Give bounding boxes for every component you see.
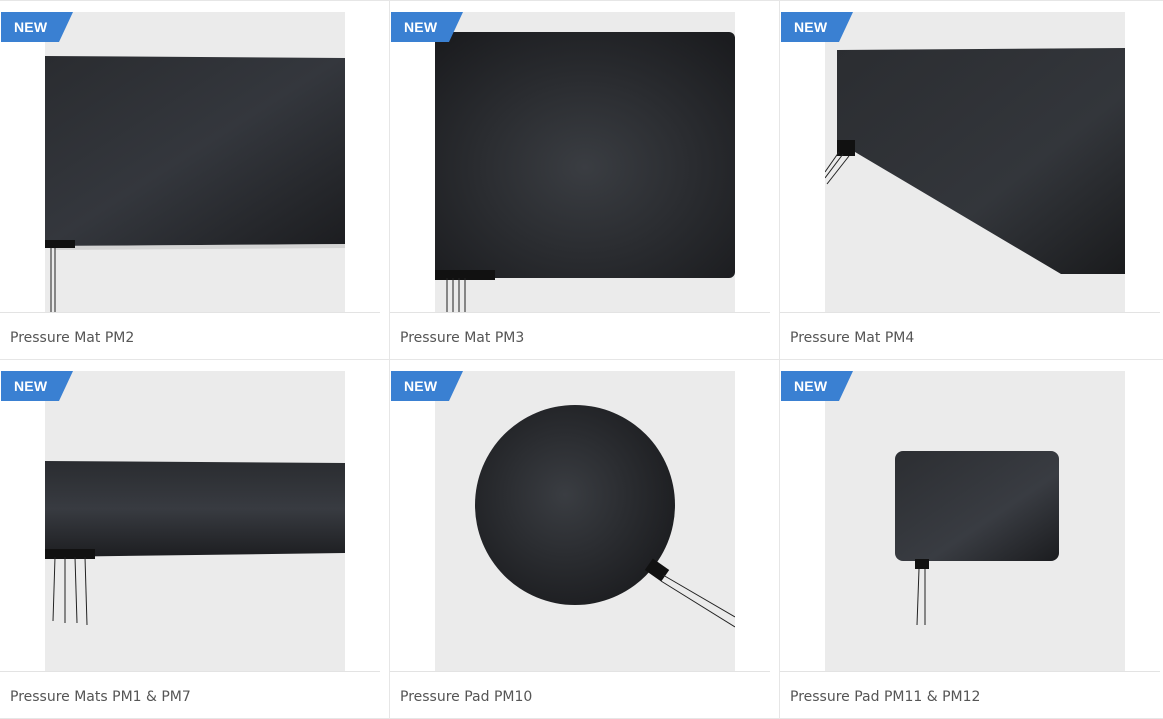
product-title[interactable]: Pressure Pad PM10 bbox=[400, 689, 532, 705]
badge-label: NEW bbox=[404, 378, 438, 394]
product-card[interactable]: NEW Pressure Mat PM4 bbox=[780, 1, 1163, 360]
divider bbox=[390, 671, 770, 672]
product-image[interactable] bbox=[435, 371, 735, 671]
badge-label: NEW bbox=[794, 378, 828, 394]
new-badge: NEW bbox=[1, 371, 73, 401]
divider bbox=[780, 312, 1160, 313]
product-title[interactable]: Pressure Mat PM2 bbox=[10, 330, 134, 346]
divider bbox=[390, 312, 770, 313]
badge-label: NEW bbox=[794, 19, 828, 35]
product-image[interactable] bbox=[825, 12, 1125, 312]
new-badge: NEW bbox=[1, 12, 73, 42]
product-image[interactable] bbox=[45, 12, 345, 312]
product-image[interactable] bbox=[435, 12, 735, 312]
product-card[interactable]: NEW Pressure Pad PM11 & PM12 bbox=[780, 360, 1163, 719]
product-grid: NEW Pressure Mat PM2 NEW Pressure Mat PM… bbox=[0, 0, 1163, 719]
product-title[interactable]: Pressure Pad PM11 & PM12 bbox=[790, 689, 980, 705]
new-badge: NEW bbox=[781, 371, 853, 401]
new-badge: NEW bbox=[391, 371, 463, 401]
divider bbox=[0, 671, 380, 672]
badge-label: NEW bbox=[14, 378, 48, 394]
badge-label: NEW bbox=[404, 19, 438, 35]
product-image[interactable] bbox=[825, 371, 1125, 671]
badge-label: NEW bbox=[14, 19, 48, 35]
product-card[interactable]: NEW Pressure Mat PM3 bbox=[390, 1, 780, 360]
new-badge: NEW bbox=[781, 12, 853, 42]
product-image[interactable] bbox=[45, 371, 345, 671]
product-title[interactable]: Pressure Mats PM1 & PM7 bbox=[10, 689, 191, 705]
product-card[interactable]: NEW Pressure Mat PM2 bbox=[0, 1, 390, 360]
product-title[interactable]: Pressure Mat PM3 bbox=[400, 330, 524, 346]
product-title[interactable]: Pressure Mat PM4 bbox=[790, 330, 914, 346]
divider bbox=[0, 312, 380, 313]
product-card[interactable]: NEW Pressure Mats PM1 & PM7 bbox=[0, 360, 390, 719]
new-badge: NEW bbox=[391, 12, 463, 42]
divider bbox=[780, 671, 1160, 672]
product-card[interactable]: NEW Pressure Pad PM10 bbox=[390, 360, 780, 719]
